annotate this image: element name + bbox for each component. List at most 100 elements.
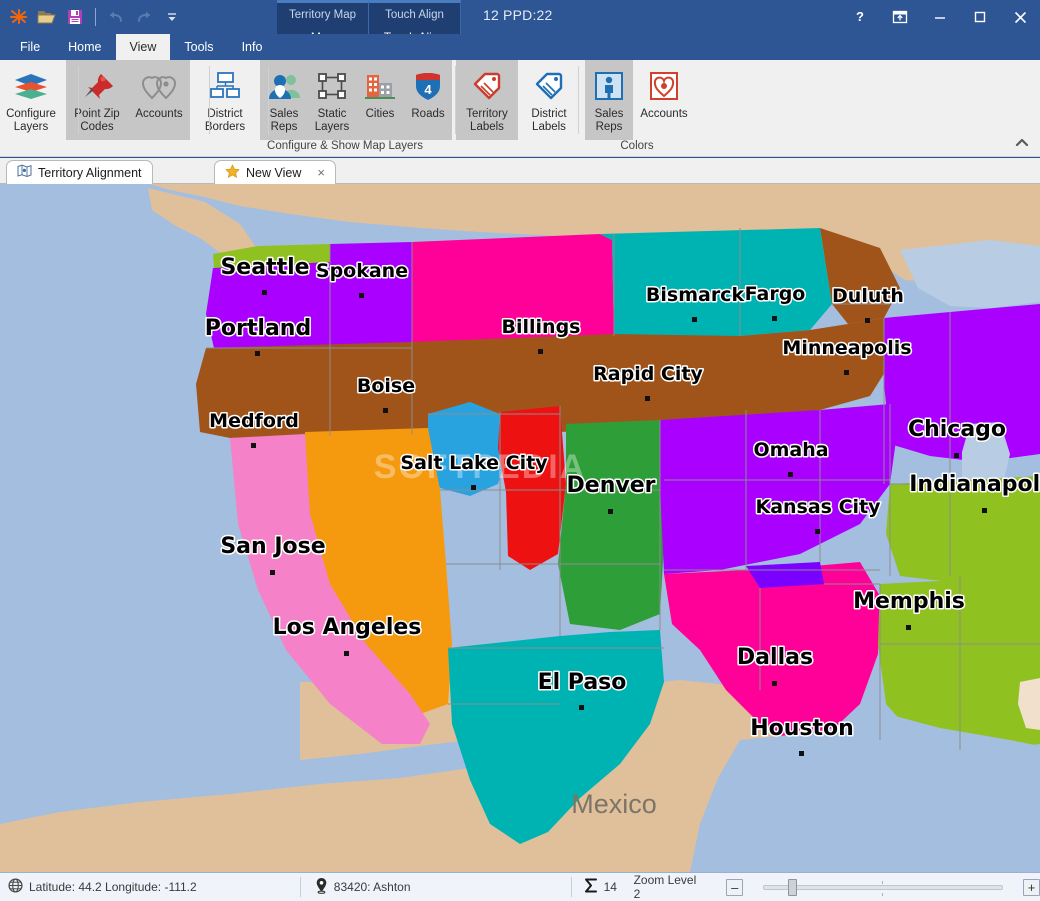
view-tab-label: New View <box>246 165 302 180</box>
close-icon[interactable]: × <box>317 165 325 180</box>
territory-labels-button[interactable]: Territory Labels <box>456 60 518 140</box>
territory-inland-nw[interactable] <box>330 242 412 344</box>
zoom-tick <box>882 892 884 896</box>
tab-file[interactable]: File <box>6 34 54 60</box>
map-canvas[interactable]: SOFTPEDIA Mexico Seattle Spokane Portlan… <box>0 184 1040 872</box>
contextual-group-title: Territory Map <box>288 9 357 21</box>
contextual-group-title: Touch Align <box>385 9 444 21</box>
accounts-color-label: Accounts <box>640 108 688 120</box>
sales-reps-color-label: Sales Reps <box>594 108 624 133</box>
territory-labels-label: Territory Labels <box>466 108 508 133</box>
sales-reps-color-button[interactable]: Sales Reps <box>585 60 633 140</box>
ribbon-display-options-button[interactable] <box>880 0 920 34</box>
window-controls: ? <box>840 0 1040 34</box>
zoom-in-button[interactable]: + <box>1023 878 1040 896</box>
tab-view[interactable]: View <box>115 34 171 60</box>
tab-info[interactable]: Info <box>228 34 277 60</box>
city-label: Los Angeles <box>273 615 422 640</box>
accounts-color-button[interactable]: Accounts <box>633 60 695 140</box>
city-label: Dallas <box>737 645 813 670</box>
quick-access-toolbar <box>0 0 185 34</box>
redo-icon[interactable] <box>131 4 157 30</box>
chevron-up-icon[interactable] <box>1014 136 1030 152</box>
static-layers-label: Static Layers <box>314 108 350 133</box>
buildings-icon <box>364 66 396 106</box>
qat-divider <box>95 8 96 26</box>
nodes-icon <box>317 66 347 106</box>
city-dot <box>645 396 650 401</box>
territory-oklahoma-strip[interactable] <box>746 562 824 588</box>
red-tag-icon <box>471 66 503 106</box>
city-dot <box>251 443 256 448</box>
title-bar: Territory Map Map Touch Align Touch Alig… <box>0 0 1040 62</box>
help-button[interactable]: ? <box>840 0 880 34</box>
district-borders-button[interactable]: District Borders <box>194 60 256 140</box>
city-label: Portland <box>205 316 311 341</box>
zoom-slider-thumb[interactable] <box>788 878 798 896</box>
globe-icon <box>8 878 23 896</box>
accounts-layer-button[interactable]: Accounts <box>128 60 190 140</box>
city-label: Indianapolis <box>909 472 1040 497</box>
minimize-button[interactable] <box>920 0 960 34</box>
city-label: Salt Lake City <box>400 452 548 474</box>
view-tab-territory-alignment[interactable]: Territory Alignment <box>6 160 153 184</box>
sigma-icon <box>584 878 598 896</box>
city-label: Chicago <box>908 417 1006 442</box>
configure-layers-button[interactable]: Configure Layers <box>0 60 62 140</box>
zoom-controls: Zoom Level 2 – + <box>628 873 1040 901</box>
undo-icon[interactable] <box>103 4 129 30</box>
static-layers-button[interactable]: Static Layers <box>308 60 356 140</box>
map-icon <box>17 164 32 181</box>
ribbon-group-captions: Configure & Show Map Layers Colors <box>0 140 1040 154</box>
city-dot <box>538 349 543 354</box>
customize-qat-icon[interactable] <box>159 4 185 30</box>
svg-text:4: 4 <box>424 82 432 97</box>
person-square-icon <box>594 66 624 106</box>
city-dot <box>906 625 911 630</box>
close-button[interactable] <box>1000 0 1040 34</box>
territory-map[interactable]: SOFTPEDIA Mexico Seattle Spokane Portlan… <box>0 184 1040 872</box>
city-label: Spokane <box>316 260 408 282</box>
city-dot <box>270 570 275 575</box>
point-zip-codes-button[interactable]: Point Zip Codes <box>66 60 128 140</box>
ribbon-tab-strip: File Home View Tools Info <box>0 34 1040 60</box>
city-dot <box>262 290 267 295</box>
zoom-tick <box>882 880 884 884</box>
status-bar: Latitude: 44.2 Longitude: -111.2 83420: … <box>0 872 1040 901</box>
territory-rockies[interactable] <box>498 406 566 570</box>
zoom-slider[interactable] <box>763 878 1004 896</box>
view-tab-strip: Territory Alignment New View × <box>0 158 1040 184</box>
city-label: Seattle <box>220 255 309 280</box>
city-label: Fargo <box>745 283 806 305</box>
maximize-button[interactable] <box>960 0 1000 34</box>
zoom-out-button[interactable]: – <box>726 878 744 896</box>
city-label: Memphis <box>853 589 965 614</box>
blue-tag-icon <box>533 66 565 106</box>
cities-button[interactable]: Cities <box>356 60 404 140</box>
city-dot <box>772 316 777 321</box>
city-label: Medford <box>209 410 299 432</box>
group-caption-colors: Colors <box>620 140 654 152</box>
tab-home[interactable]: Home <box>54 34 115 60</box>
city-dot <box>579 705 584 710</box>
window-title: 12 PPD:22 <box>483 7 553 23</box>
app-logo-icon[interactable] <box>6 4 32 30</box>
roads-button[interactable]: 4 Roads <box>404 60 452 140</box>
tab-tools[interactable]: Tools <box>170 34 227 60</box>
ribbon: Configure Layers Point Zip Codes Account… <box>0 60 1040 157</box>
city-label: Minneapolis <box>782 337 911 359</box>
city-dot <box>359 293 364 298</box>
city-dot <box>383 408 388 413</box>
view-tab-label: Territory Alignment <box>38 165 142 180</box>
city-dot <box>772 681 777 686</box>
status-coordinates: Latitude: 44.2 Longitude: -111.2 <box>0 873 300 901</box>
view-tab-new-view[interactable]: New View × <box>214 160 336 184</box>
coordinates-text: Latitude: 44.2 Longitude: -111.2 <box>29 880 197 894</box>
district-labels-button[interactable]: District Labels <box>518 60 580 140</box>
city-label: Billings <box>502 316 581 338</box>
city-dot <box>344 651 349 656</box>
map-pin-icon <box>315 877 328 897</box>
city-dot <box>982 508 987 513</box>
open-icon[interactable] <box>34 4 60 30</box>
save-icon[interactable] <box>62 4 88 30</box>
